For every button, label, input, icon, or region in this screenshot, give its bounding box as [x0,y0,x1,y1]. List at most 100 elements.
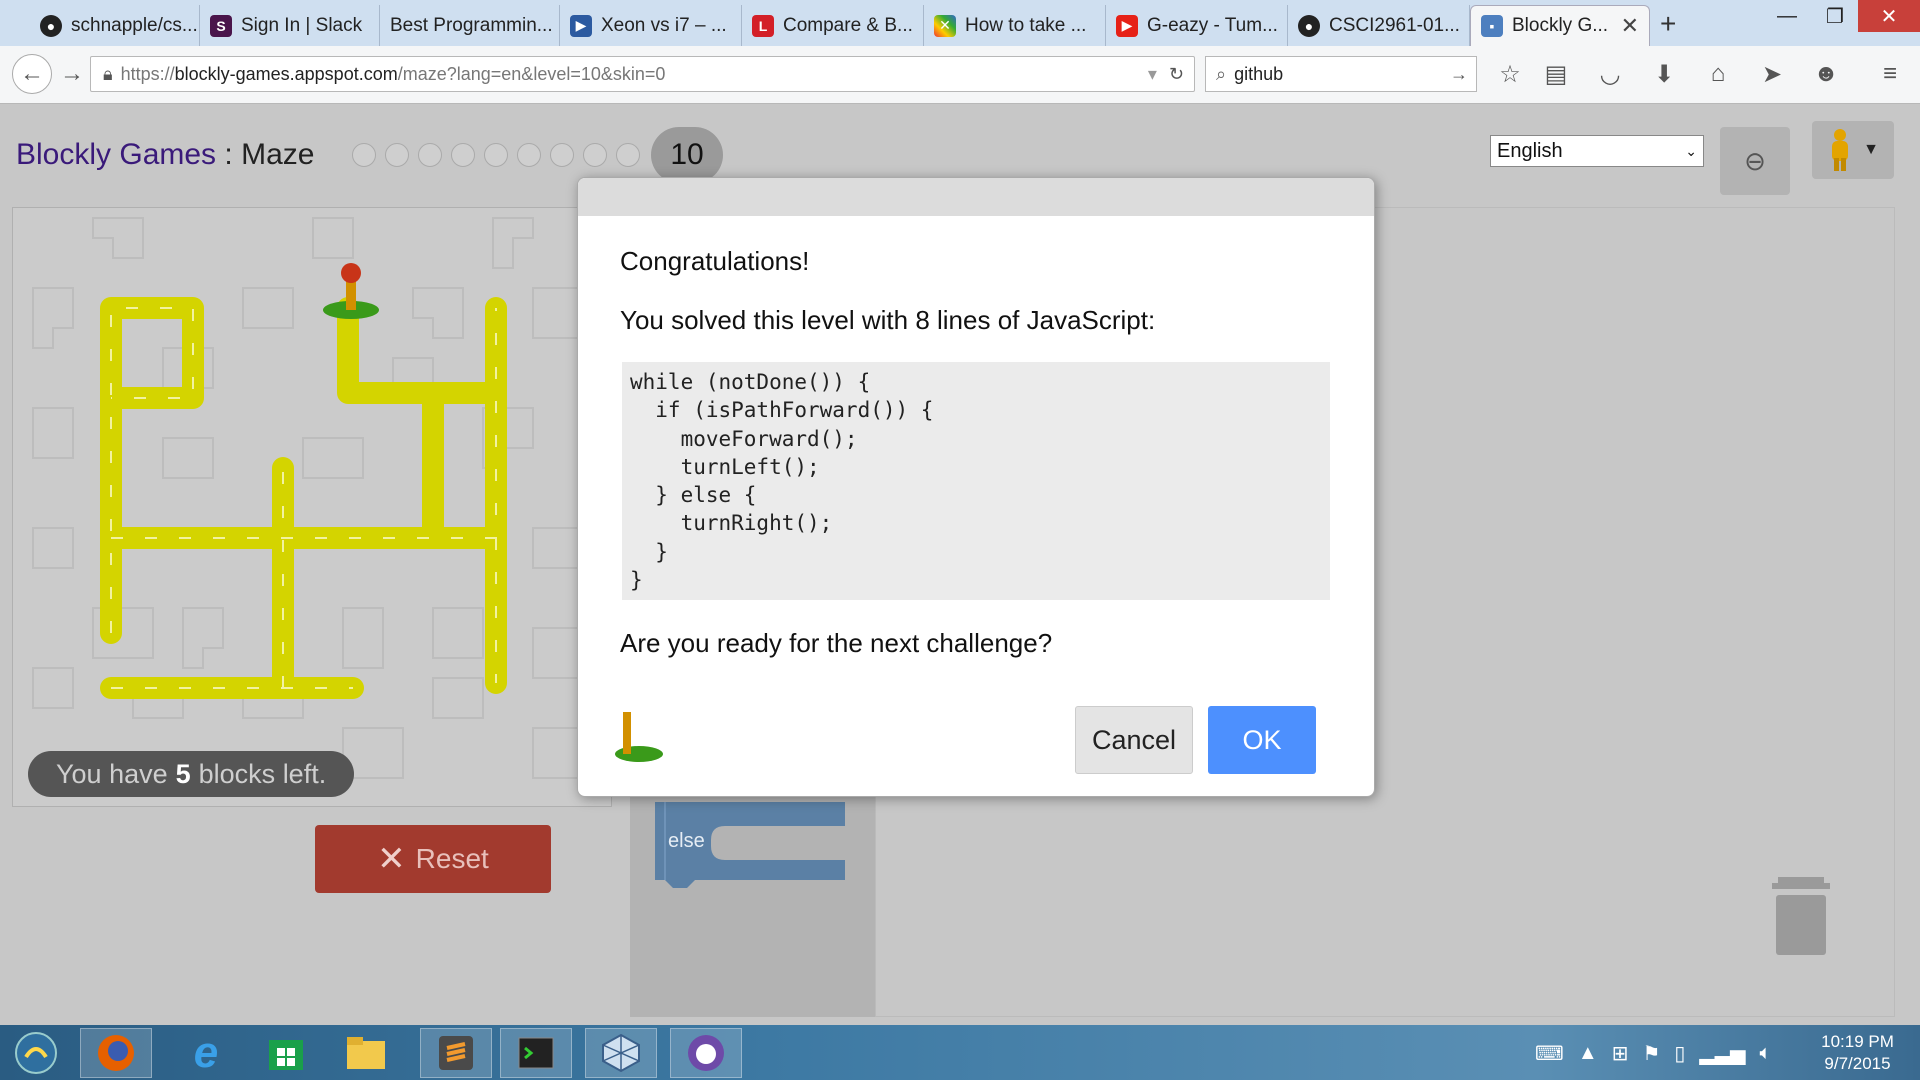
start-orb-icon[interactable] [0,1028,72,1078]
code-line: turnRight(); [630,511,833,536]
file-explorer-icon[interactable] [330,1028,402,1078]
tab-compare[interactable]: L Compare & B... [742,5,924,46]
tab-blockly-games[interactable]: ▪ Blockly G... ✕ [1470,5,1650,46]
send-icon[interactable]: ➤ [1756,58,1788,90]
forward-button[interactable]: → [56,58,88,90]
caret-down-icon: ▼ [1863,141,1879,158]
menu-icon[interactable]: ≡ [1874,58,1906,90]
ok-button[interactable]: OK [1208,706,1316,774]
tab-slack[interactable]: S Sign In | Slack [200,5,380,46]
close-tab-icon[interactable]: ✕ [1611,13,1639,39]
minimize-button[interactable]: — [1762,0,1812,32]
youtube-icon: ▶ [1116,14,1138,37]
l-icon: L [752,14,774,37]
system-clock[interactable]: 10:19 PM 9/7/2015 [1810,1031,1905,1075]
back-button[interactable]: ← [12,54,52,94]
windows-flag-icon[interactable]: ⊞ [1612,1041,1629,1066]
download-icon[interactable]: ⬇ [1648,58,1680,90]
pegman-icon [1832,129,1849,171]
bookmark-star-icon[interactable]: ☆ [1494,58,1526,90]
level-dot-5[interactable] [484,143,508,167]
level-dot-4[interactable] [451,143,475,167]
trash-can-icon[interactable] [1772,875,1830,957]
tab-github-csci[interactable]: ● CSCI2961-01... [1288,5,1470,46]
virtualbox-icon[interactable] [585,1028,657,1078]
url-bar[interactable]: 🔒︎ https://blockly-games.appspot.com/maz… [90,56,1195,92]
goal-marker-icon [615,712,663,762]
code-line: moveForward(); [630,426,858,451]
search-bar[interactable]: ⌕ github → [1205,56,1477,92]
pocket-icon[interactable]: ◡ [1594,58,1626,90]
reading-list-icon[interactable]: ▤ [1540,58,1572,90]
blocks-left-indicator: You have 5 blocks left. [28,751,355,797]
code-line: } [630,568,643,593]
level-dot-8[interactable] [583,143,607,167]
tab-bar: ● schnapple/cs... S Sign In | Slack Best P… [0,0,1920,46]
reload-icon[interactable]: ↻ [1169,64,1184,85]
hello-chat-icon[interactable]: ☻ [1810,58,1842,90]
code-line: } else { [630,483,757,508]
tab-youtube[interactable]: ▶ G-eazy - Tum... [1106,5,1288,46]
else-block-label: else [668,830,705,852]
show-hidden-icons-icon[interactable]: ▲ [1578,1042,1598,1065]
dropdown-history-icon[interactable]: ▾ [1148,64,1157,85]
tab-how-to-take[interactable]: ✕ How to take ... [924,5,1106,46]
flag-icon: ▶ [570,14,592,37]
dialog-title: Congratulations! [620,246,810,276]
colorful-x-icon: ✕ [934,14,956,37]
keyboard-icon[interactable]: ⌨ [1535,1041,1564,1066]
close-window-button[interactable]: ✕ [1858,0,1920,32]
chevron-down-icon: ⌄ [1685,142,1697,159]
action-center-flag-icon[interactable]: ⚑ [1642,1041,1660,1066]
goal-marker-icon [323,263,379,319]
link-icon: ⊖ [1744,145,1766,176]
reset-button[interactable]: ✕ Reset [315,825,551,893]
level-dot-9[interactable] [616,143,640,167]
search-icon: ⌕ [1216,63,1227,84]
blockly-icon: ▪ [1481,15,1503,37]
link-button[interactable]: ⊖ [1720,127,1790,195]
github-icon: ● [40,14,62,37]
system-tray: ⌨ ▲ ⊞ ⚑ ▯ ▂▃▅ 🔈︎ [1535,1033,1772,1073]
level-dot-3[interactable] [418,143,442,167]
level-dot-6[interactable] [517,143,541,167]
javascript-code-block: while (notDone()) { if (isPathForward())… [622,362,1330,600]
navigation-bar: ← → 🔒︎ https://blockly-games.appspot.com… [0,46,1920,104]
tab-xeon-vs-i7[interactable]: ▶ Xeon vs i7 – ... [560,5,742,46]
code-line: turnLeft(); [630,454,820,479]
pegman-skin-button[interactable]: ▼ [1812,121,1894,179]
level-dot-7[interactable] [550,143,574,167]
slack-icon: S [210,14,232,37]
level-dot-2[interactable] [385,143,409,167]
page-title: Blockly Games : Maze [16,138,315,171]
code-line: while (notDone()) { [630,370,871,394]
home-icon[interactable]: ⌂ [1702,58,1734,90]
network-signal-icon[interactable]: ▂▃▅ [1699,1041,1745,1066]
firefox-icon[interactable] [80,1028,152,1078]
windows-taskbar: e ⌨ ▲ ⊞ ⚑ ▯ ▂▃▅ 🔈︎ 10:19 PM 9/7/2015 [0,1025,1920,1080]
github-desktop-icon[interactable] [670,1028,742,1078]
terminal-icon[interactable] [500,1028,572,1078]
brand-link[interactable]: Blockly Games [16,138,216,171]
github-icon: ● [1298,14,1320,37]
windows-store-icon[interactable] [250,1028,322,1078]
maze-svg [32,217,584,779]
tab-best-programming[interactable]: Best Programmin... [380,5,560,46]
dialog-next-challenge-prompt: Are you ready for the next challenge? [620,628,1053,658]
internet-explorer-icon[interactable]: e [170,1028,242,1078]
language-select[interactable]: English ⌄ [1490,135,1704,167]
battery-icon[interactable]: ▯ [1674,1041,1685,1066]
cancel-button[interactable]: Cancel [1075,706,1193,774]
restore-button[interactable]: ❐ [1810,0,1860,32]
search-go-icon[interactable]: → [1450,64,1468,85]
volume-icon[interactable]: 🔈︎ [1760,1042,1772,1065]
level-dot-1[interactable] [352,143,376,167]
close-icon: ✕ [377,840,406,878]
congratulations-dialog: Congratulations! You solved this level w… [577,177,1375,797]
tab-github-schnapple[interactable]: ● schnapple/cs... [30,5,200,46]
new-tab-button[interactable]: + [1660,8,1676,40]
sublime-text-icon[interactable] [420,1028,492,1078]
code-line: if (isPathForward()) { [630,398,934,423]
dialog-header [578,178,1374,216]
lock-icon: 🔒︎ [103,63,113,84]
